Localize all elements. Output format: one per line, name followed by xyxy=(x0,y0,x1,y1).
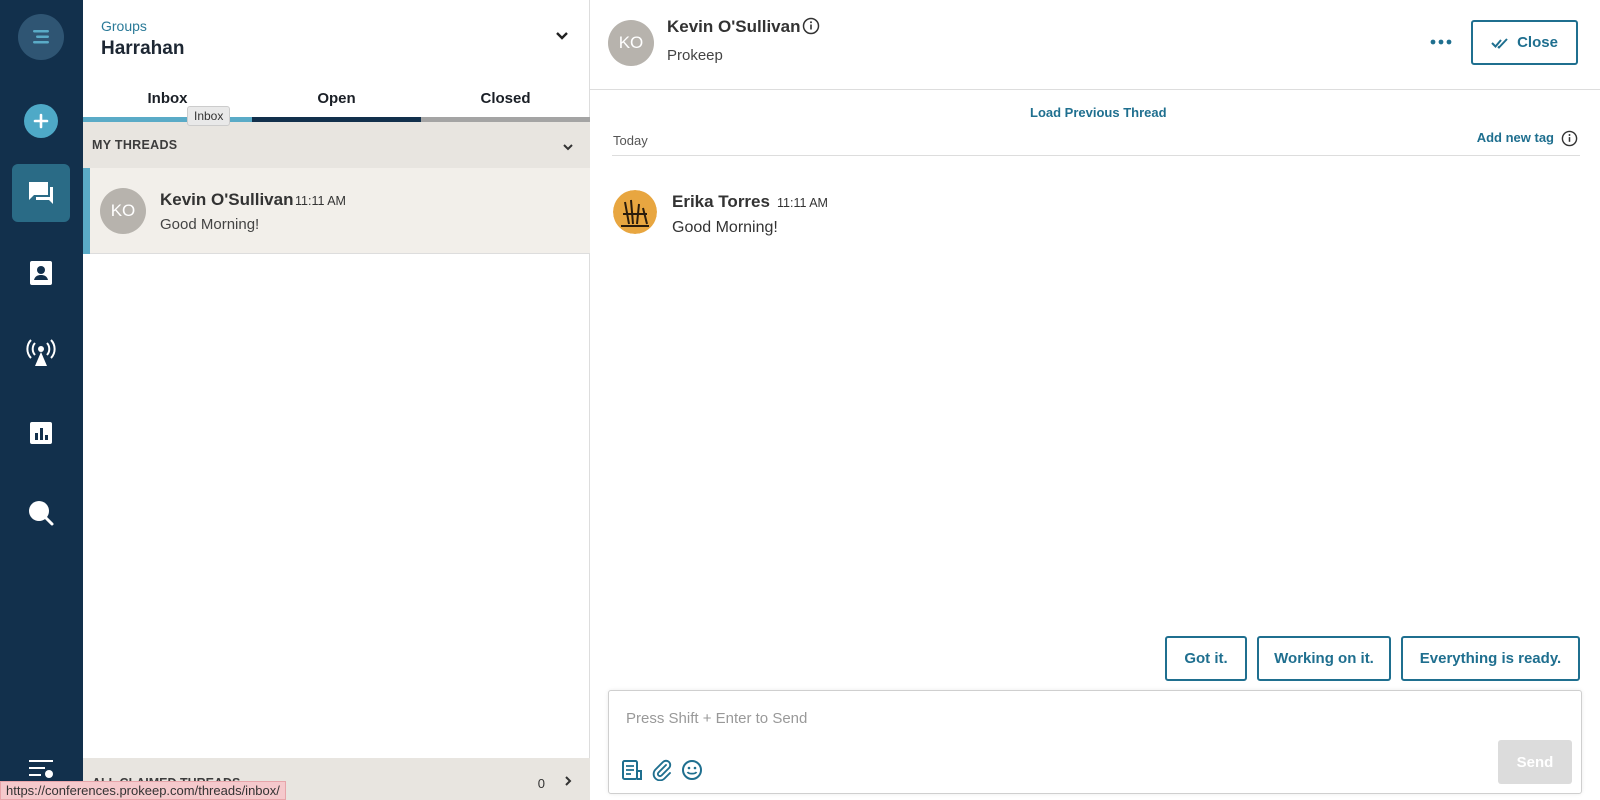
plus-icon xyxy=(33,113,49,129)
status-bar-url: https://conferences.prokeep.com/threads/… xyxy=(0,781,286,800)
close-thread-button[interactable]: Close xyxy=(1471,20,1578,65)
template-icon[interactable] xyxy=(621,759,643,786)
chevron-down-icon xyxy=(562,138,574,156)
inbox-tooltip: Inbox xyxy=(187,106,231,126)
tag-info-icon[interactable] xyxy=(1561,130,1578,152)
tab-inbox-label: Inbox xyxy=(147,90,188,107)
thread-tabs: Inbox Open Closed xyxy=(83,84,590,122)
menu-logo-icon[interactable] xyxy=(18,14,64,60)
contact-avatar: KO xyxy=(608,20,654,66)
more-options-button[interactable] xyxy=(1426,30,1456,54)
tab-open-label: Open xyxy=(317,90,356,107)
composer-tools xyxy=(621,759,703,786)
sender-avatar xyxy=(613,190,657,234)
all-claimed-count: 0 xyxy=(537,776,545,791)
threads-panel: Groups Harrahan Inbox Open Closed Inbox … xyxy=(83,0,590,800)
tab-closed[interactable]: Closed xyxy=(421,84,590,122)
quick-reply-button[interactable]: Got it. xyxy=(1165,636,1247,681)
day-divider xyxy=(612,155,1580,156)
nav-search-button[interactable] xyxy=(12,484,70,542)
nav-rail xyxy=(0,0,83,800)
broadcast-icon xyxy=(26,339,56,366)
info-icon[interactable] xyxy=(802,17,820,40)
contact-organization: Prokeep xyxy=(667,47,723,64)
my-threads-title: MY THREADS xyxy=(92,138,178,152)
avatar: KO xyxy=(100,188,146,234)
message-time: 11:11 AM xyxy=(777,196,828,210)
conversation-panel: KO Kevin O'Sullivan Prokeep Close Load P… xyxy=(590,0,1600,800)
analytics-icon xyxy=(30,422,52,444)
load-previous-thread-link[interactable]: Load Previous Thread xyxy=(1030,105,1167,120)
conversation-header: KO Kevin O'Sullivan Prokeep Close xyxy=(590,0,1600,90)
close-thread-label: Close xyxy=(1517,34,1558,51)
tab-closed-label: Closed xyxy=(480,90,531,107)
nav-broadcast-button[interactable] xyxy=(12,324,70,382)
group-name[interactable]: Harrahan xyxy=(101,38,184,60)
contact-name[interactable]: Kevin O'Sullivan xyxy=(667,17,800,37)
message-composer[interactable]: Press Shift + Enter to Send Send xyxy=(608,690,1582,794)
nav-analytics-button[interactable] xyxy=(12,404,70,462)
send-button[interactable]: Send xyxy=(1498,740,1572,784)
my-threads-header[interactable]: MY THREADS xyxy=(83,122,590,168)
message-sender: Erika Torres xyxy=(672,192,770,211)
chat-icon xyxy=(29,182,53,204)
double-check-icon xyxy=(1491,37,1508,49)
thread-list-item[interactable]: KO Kevin O'Sullivan 11:11 AM Good Mornin… xyxy=(83,168,590,254)
thread-time: 11:11 AM xyxy=(295,194,346,208)
chevron-right-icon xyxy=(564,774,572,792)
quick-reply-button[interactable]: Everything is ready. xyxy=(1401,636,1580,681)
quick-reply-button[interactable]: Working on it. xyxy=(1257,636,1391,681)
attachment-icon[interactable] xyxy=(651,759,673,786)
day-label: Today xyxy=(613,133,648,148)
tab-open[interactable]: Open xyxy=(252,84,421,122)
message-text: Good Morning! xyxy=(672,219,778,236)
group-chevron-down-icon[interactable] xyxy=(555,28,569,46)
thread-contact-name: Kevin O'Sullivan xyxy=(160,190,294,209)
nav-chat-button[interactable] xyxy=(12,164,70,222)
composer-placeholder: Press Shift + Enter to Send xyxy=(626,710,808,727)
search-icon xyxy=(29,501,54,526)
settings-icon xyxy=(29,760,53,778)
add-new-tag-link[interactable]: Add new tag xyxy=(1477,130,1554,145)
selected-stripe xyxy=(83,168,90,254)
contacts-icon xyxy=(30,261,52,285)
group-label: Groups xyxy=(101,18,147,34)
more-icon xyxy=(1430,39,1452,45)
emoji-icon[interactable] xyxy=(681,759,703,786)
thread-preview: Good Morning! xyxy=(160,216,260,233)
nav-contacts-button[interactable] xyxy=(12,244,70,302)
new-thread-button[interactable] xyxy=(24,104,58,138)
